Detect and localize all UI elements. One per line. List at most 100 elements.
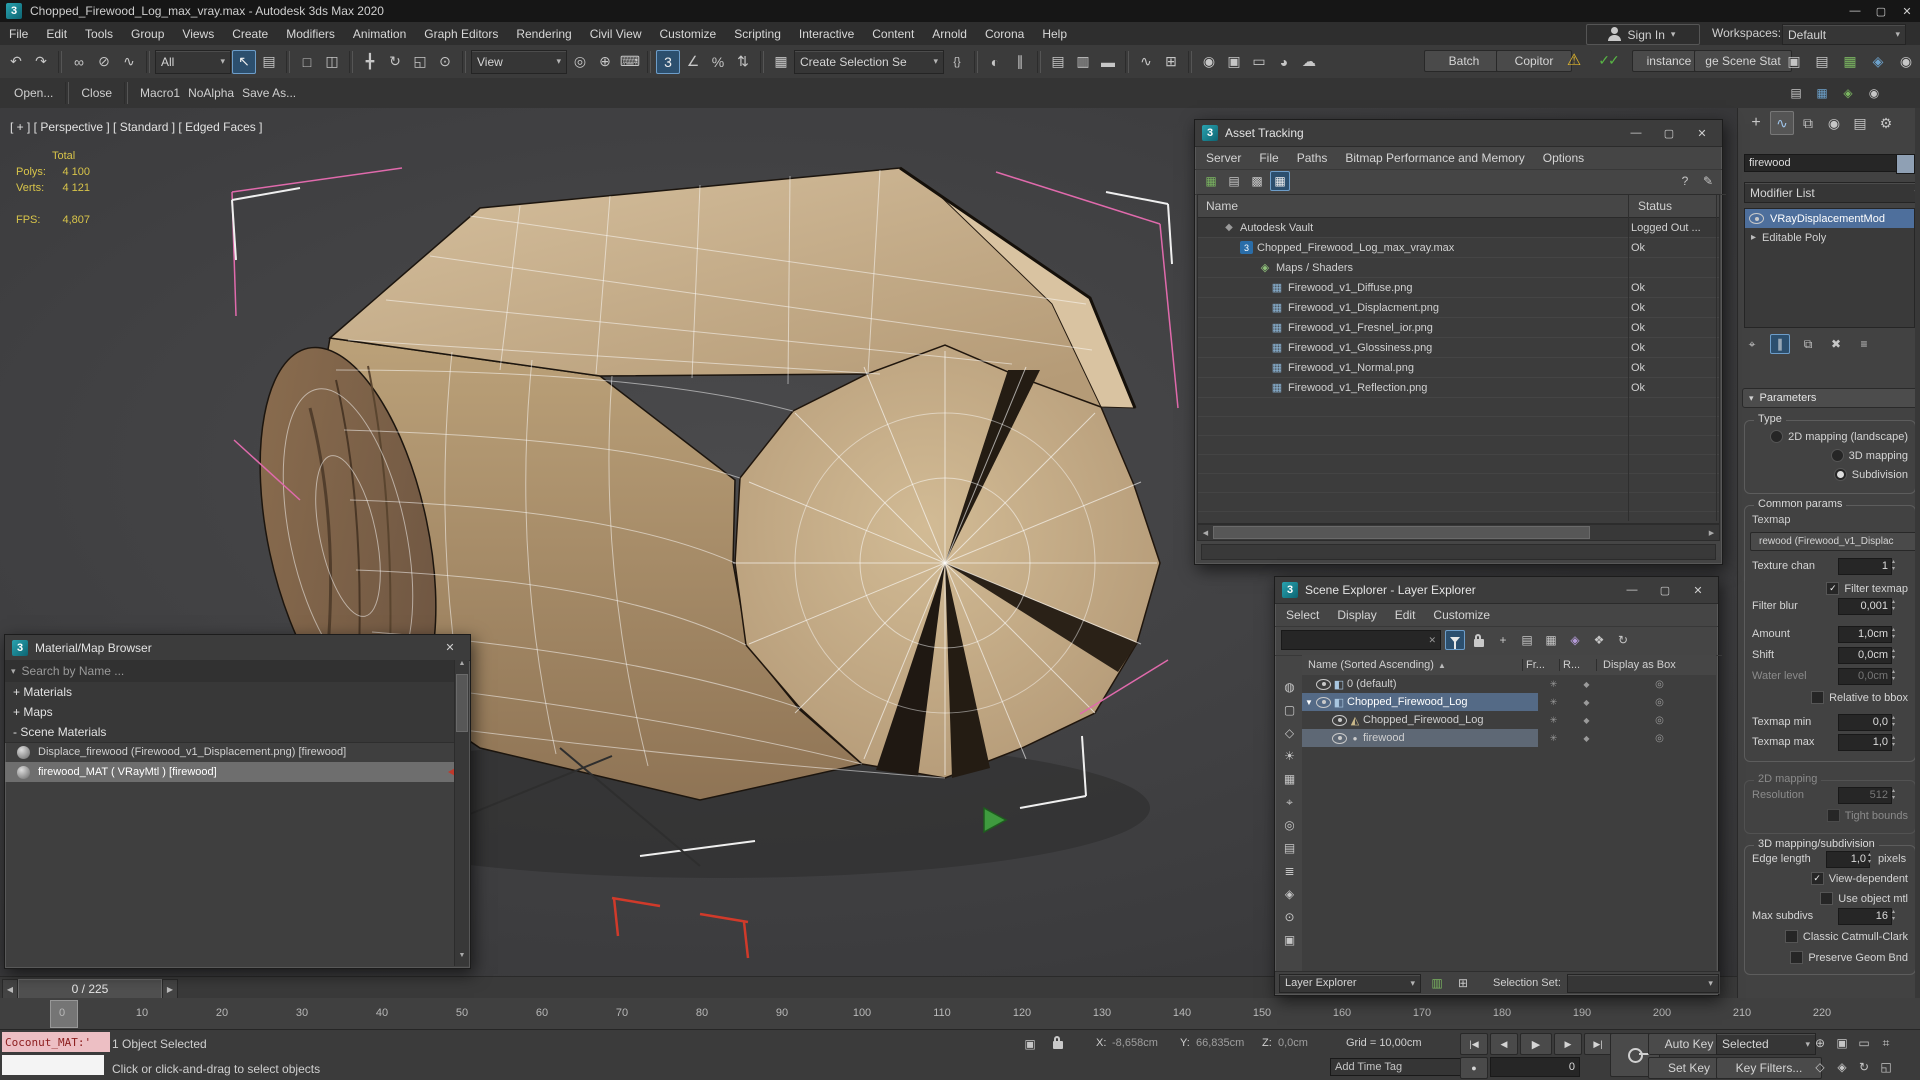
filter-groups-icon[interactable]: ▤	[1280, 838, 1300, 858]
list-item[interactable]: ◧ 0 (default) ✳ ◆ ◎	[1302, 675, 1716, 693]
selection-set-dropdown[interactable]: ▾	[1566, 973, 1719, 993]
spin-up-icon[interactable]: ▴	[1892, 909, 1895, 916]
named-selection-dropdown[interactable]: Create Selection Se ▾	[794, 49, 944, 74]
texmap-button[interactable]: rewood (Firewood_v1_Displac	[1750, 532, 1920, 551]
spin-down-icon[interactable]: ▾	[1892, 916, 1895, 923]
previous-frame-button[interactable]: ◀	[1490, 1033, 1518, 1055]
menu-item-edit[interactable]: Edit	[1386, 608, 1425, 622]
curve-editor-button[interactable]: ∿	[1134, 50, 1158, 74]
view-list-icon[interactable]: ▤	[1224, 171, 1244, 191]
menu-item-animation[interactable]: Animation	[344, 27, 415, 41]
eye-icon[interactable]	[1332, 714, 1347, 726]
spinner-arrows[interactable]: ▴ ▾	[1892, 909, 1895, 923]
column-name[interactable]: Name	[1198, 199, 1630, 213]
menu-item-display[interactable]: Display	[1328, 608, 1385, 622]
asset-hscrollbar[interactable]: ◀ ▶	[1197, 524, 1720, 541]
unlink-selection-button[interactable]: ⊘	[92, 50, 116, 74]
expand-icon[interactable]: ▼	[1302, 698, 1316, 707]
display-box-cell-icon[interactable]: ◎	[1603, 733, 1716, 744]
noalpha-button[interactable]: NoAlpha	[188, 86, 234, 100]
menu-item-help[interactable]: Help	[1033, 27, 1076, 41]
table-row[interactable]: ▦ Firewood_v1_Normal.png Ok	[1198, 358, 1719, 378]
list-item[interactable]: ● firewood ✳ ◆ ◎	[1302, 729, 1716, 747]
undo-button[interactable]: ↶	[4, 50, 28, 74]
key-mode-dropdown[interactable]: Selected ▾	[1716, 1033, 1816, 1055]
scene-states-button[interactable]: ge Scene Stat	[1694, 50, 1792, 72]
fov-icon[interactable]: ◇	[1810, 1057, 1830, 1077]
scroll-down-icon[interactable]: ▼	[459, 952, 466, 966]
refresh-icon[interactable]: ↻	[1613, 630, 1633, 650]
toolbar-extra-icon-4[interactable]: ◈	[1866, 49, 1890, 73]
filter-xrefs-icon[interactable]: ≣	[1280, 861, 1300, 881]
table-row[interactable]: ▦ Firewood_v1_Reflection.png Ok	[1198, 378, 1719, 398]
percent-snap-button[interactable]: %	[706, 50, 730, 74]
display-box-cell-icon[interactable]: ◎	[1603, 715, 1716, 726]
toolbar-extra-icon-5[interactable]: ◉	[1894, 49, 1918, 73]
select-by-name-button[interactable]: ▤	[257, 50, 281, 74]
column-divider[interactable]	[1628, 195, 1629, 521]
scroll-up-icon[interactable]: ▲	[459, 660, 466, 674]
column-render-header[interactable]: R...	[1559, 659, 1596, 671]
tab-modify[interactable]: ∿	[1770, 111, 1794, 135]
named-selection-sets-button[interactable]: ▦	[769, 50, 793, 74]
material-browser-titlebar[interactable]: 3 Material/Map Browser ✕	[5, 635, 470, 661]
menu-item-customize[interactable]: Customize	[651, 27, 726, 41]
maximize-viewport-icon[interactable]: ◱	[1876, 1057, 1896, 1077]
menu-item-bitmap-performance[interactable]: Bitmap Performance and Memory	[1336, 151, 1533, 165]
spinner-arrows[interactable]: ▴ ▾	[1892, 735, 1895, 749]
column-display-box-header[interactable]: Display as Box	[1596, 659, 1716, 671]
list-item[interactable]: ▼ ◧ Chopped_Firewood_Log ✳ ◆ ◎	[1302, 693, 1716, 711]
modifier-enable-icon[interactable]	[1749, 213, 1764, 224]
list-item[interactable]: ◭ Chopped_Firewood_Log ✳ ◆ ◎	[1302, 711, 1716, 729]
use-pivot-center-button[interactable]: ◎	[568, 50, 592, 74]
copitor-button[interactable]: Copitor	[1496, 50, 1572, 72]
close-file-button[interactable]: Close	[81, 86, 112, 100]
select-and-place-button[interactable]: ⊙	[433, 50, 457, 74]
filter-texmap-row[interactable]: ✓ Filter texmap	[1744, 582, 1908, 595]
table-row[interactable]: ◈ Maps / Shaders	[1198, 258, 1719, 278]
render-production-button[interactable]: ◕	[1272, 50, 1296, 74]
selection-lock-icon[interactable]	[1048, 1032, 1068, 1052]
column-chooser-icon[interactable]: ▦	[1541, 630, 1561, 650]
radio-icon[interactable]	[1830, 449, 1844, 462]
minimize-button[interactable]: —	[1842, 2, 1868, 20]
show-end-result-button[interactable]: ∥	[1770, 334, 1790, 354]
tab-utilities[interactable]: ⚙	[1874, 111, 1898, 135]
menu-item-file[interactable]: File	[1250, 151, 1287, 165]
eye-icon[interactable]	[1316, 696, 1331, 708]
zoom-region-icon[interactable]: ⌗	[1876, 1033, 1896, 1053]
menu-item-edit[interactable]: Edit	[37, 27, 76, 41]
shift-field[interactable]: 0,0cm	[1838, 646, 1892, 664]
render-cell-icon[interactable]: ◆	[1570, 680, 1603, 689]
window-crossing-button[interactable]: ◫	[320, 50, 344, 74]
coord-x-value[interactable]: -8,658cm	[1112, 1037, 1158, 1049]
frozen-cell-icon[interactable]: ✳	[1537, 697, 1570, 708]
menu-item-arnold[interactable]: Arnold	[923, 27, 976, 41]
menu-item-tools[interactable]: Tools	[76, 27, 122, 41]
frozen-cell-icon[interactable]: ✳	[1537, 715, 1570, 726]
catmull-clark-row[interactable]: Classic Catmull-Clark	[1744, 930, 1908, 943]
material-list-item-selected[interactable]: firewood_MAT ( VRayMtl ) [firewood]	[5, 762, 466, 782]
frozen-cell-icon[interactable]: ✳	[1537, 679, 1570, 690]
checkbox-icon[interactable]: ✓	[1810, 872, 1824, 885]
pin-stack-button[interactable]: ⌖	[1742, 334, 1762, 354]
asset-tracking-titlebar[interactable]: 3 Asset Tracking — ▢ ✕	[1195, 120, 1722, 147]
display-box-cell-icon[interactable]: ◎	[1603, 697, 1716, 708]
display-box-cell-icon[interactable]: ◎	[1603, 679, 1716, 690]
edit-named-selections-button[interactable]: {}	[945, 50, 969, 74]
radio-icon[interactable]	[1833, 468, 1847, 481]
select-and-move-button[interactable]: ╋	[358, 50, 382, 74]
modifier-list-dropdown[interactable]: Modifier List ▾	[1744, 182, 1920, 203]
zoom-extents-icon[interactable]: ▭	[1854, 1033, 1874, 1053]
track-prev-button[interactable]: ◀	[2, 979, 18, 999]
texmap-max-field[interactable]: 1,0	[1838, 733, 1892, 751]
sign-in-button[interactable]: Sign In ▾	[1586, 24, 1700, 45]
schematic-view-button[interactable]: ⊞	[1159, 50, 1183, 74]
group-header-materials[interactable]: + Materials	[5, 682, 462, 703]
snap-toggle-button[interactable]: 3	[656, 49, 680, 74]
align-button[interactable]: ∥	[1008, 50, 1032, 74]
column-name-header[interactable]: Name (Sorted Ascending)	[1302, 659, 1434, 671]
table-row[interactable]: ▦ Firewood_v1_Glossiness.png Ok	[1198, 338, 1719, 358]
spin-up-icon[interactable]: ▴	[1892, 627, 1895, 634]
toggle-ribbon-button[interactable]: ▬	[1096, 50, 1120, 74]
